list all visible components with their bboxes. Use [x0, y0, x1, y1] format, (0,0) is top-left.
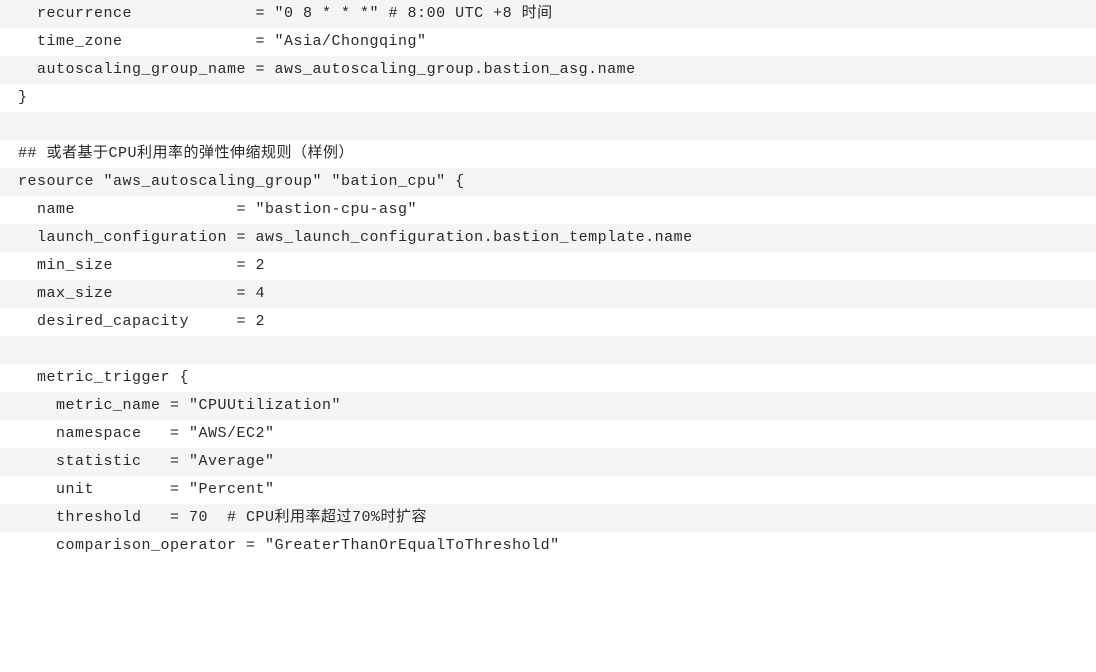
code-line: threshold = 70 # CPU利用率超过70%时扩容 — [0, 504, 1096, 532]
code-line: recurrence = "0 8 * * *" # 8:00 UTC +8 时… — [0, 0, 1096, 28]
code-line: ## 或者基于CPU利用率的弹性伸缩规则（样例） — [0, 140, 1096, 168]
code-line: metric_trigger { — [0, 364, 1096, 392]
code-line: resource "aws_autoscaling_group" "bation… — [0, 168, 1096, 196]
code-line: } — [0, 84, 1096, 112]
code-line: namespace = "AWS/EC2" — [0, 420, 1096, 448]
code-line: metric_name = "CPUUtilization" — [0, 392, 1096, 420]
code-line: min_size = 2 — [0, 252, 1096, 280]
code-line: statistic = "Average" — [0, 448, 1096, 476]
code-line: desired_capacity = 2 — [0, 308, 1096, 336]
code-line — [0, 336, 1096, 364]
code-block: recurrence = "0 8 * * *" # 8:00 UTC +8 时… — [0, 0, 1096, 560]
code-line: name = "bastion-cpu-asg" — [0, 196, 1096, 224]
code-line: time_zone = "Asia/Chongqing" — [0, 28, 1096, 56]
code-line: autoscaling_group_name = aws_autoscaling… — [0, 56, 1096, 84]
code-line: comparison_operator = "GreaterThanOrEqua… — [0, 532, 1096, 560]
code-line — [0, 112, 1096, 140]
code-line: max_size = 4 — [0, 280, 1096, 308]
code-line: launch_configuration = aws_launch_config… — [0, 224, 1096, 252]
code-line: unit = "Percent" — [0, 476, 1096, 504]
